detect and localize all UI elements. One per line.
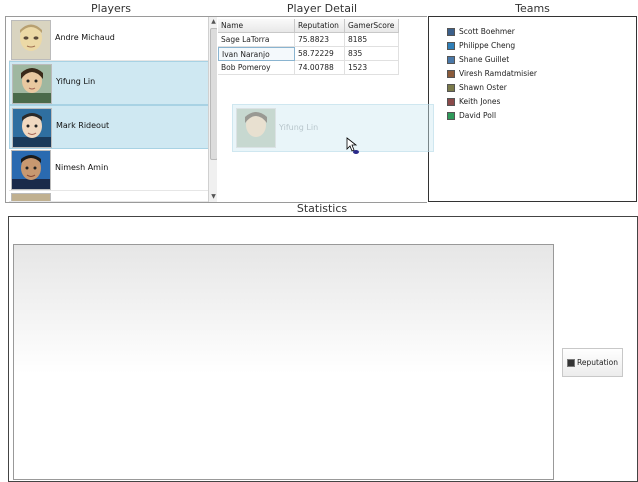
avatar: [12, 108, 52, 148]
team-member-name: Philippe Cheng: [459, 41, 516, 50]
team-member[interactable]: Scott Boehmer: [447, 26, 515, 38]
team-member-icon: [447, 98, 455, 106]
column-header-reputation[interactable]: Reputation: [295, 19, 345, 33]
cell-gamerscore[interactable]: 8185: [345, 33, 399, 47]
column-header-name[interactable]: Name: [218, 19, 295, 33]
cell-reputation[interactable]: 58.72229: [295, 47, 345, 61]
team-member-name: Keith Jones: [459, 97, 501, 106]
teams-title: Teams: [515, 2, 550, 15]
player-name: Yifung Lin: [56, 77, 96, 86]
scroll-down-icon[interactable]: ▼: [210, 193, 217, 201]
player-name: Nimesh Amin: [55, 163, 109, 172]
team-member[interactable]: Philippe Cheng: [447, 40, 515, 52]
team-member[interactable]: David Poll: [447, 110, 496, 122]
drag-ghost: Yifung Lin: [232, 104, 434, 152]
player-row-partial[interactable]: [9, 191, 210, 202]
avatar: [12, 64, 52, 104]
team-member-icon: [447, 84, 455, 92]
team-member-icon: [447, 42, 455, 50]
player-row-yifung-lin[interactable]: Yifung Lin: [9, 61, 212, 105]
player-row-mark-rideout[interactable]: Mark Rideout: [9, 105, 212, 149]
avatar: [11, 150, 51, 190]
chart-plot-area: [13, 244, 554, 480]
team-member-icon: [447, 112, 455, 120]
player-row-andre-michaud[interactable]: Andre Michaud: [9, 18, 210, 61]
players-title: Players: [91, 2, 131, 15]
column-header-gamerscore[interactable]: GamerScore: [345, 19, 399, 33]
team-member-name: Scott Boehmer: [459, 27, 515, 36]
player-detail-title: Player Detail: [286, 2, 358, 15]
players-list[interactable]: Andre Michaud Yifung Lin Mark Rideout Ni…: [5, 16, 219, 203]
cell-reputation[interactable]: 75.8823: [295, 33, 345, 47]
player-row-nimesh-amin[interactable]: Nimesh Amin: [9, 148, 210, 191]
cell-name[interactable]: Bob Pomeroy: [218, 61, 295, 75]
team-member-icon: [447, 70, 455, 78]
teams-list[interactable]: Scott Boehmer Philippe Cheng Shane Guill…: [428, 16, 637, 202]
player-name: Andre Michaud: [55, 33, 115, 42]
avatar: [11, 193, 51, 201]
team-member[interactable]: Shawn Oster: [447, 82, 507, 94]
cell-reputation[interactable]: 74.00788: [295, 61, 345, 75]
cell-name[interactable]: Sage LaTorra: [218, 33, 295, 47]
team-member[interactable]: Shane Guillet: [447, 54, 509, 66]
team-member-icon: [447, 56, 455, 64]
cell-gamerscore[interactable]: 1523: [345, 61, 399, 75]
player-name: Mark Rideout: [56, 121, 110, 130]
team-member-name: David Poll: [459, 111, 497, 120]
drag-ghost-label: Yifung Lin: [279, 123, 319, 132]
statistics-title: Statistics: [296, 202, 348, 215]
team-member-name: Shawn Oster: [459, 83, 507, 92]
team-member[interactable]: Viresh Ramdatmisier: [447, 68, 537, 80]
mouse-pointer-icon: [346, 137, 362, 157]
scroll-up-icon[interactable]: ▲: [210, 18, 217, 26]
legend-swatch-icon: [567, 359, 576, 367]
avatar: [11, 20, 51, 60]
cell-gamerscore[interactable]: 835: [345, 47, 399, 61]
team-member-name: Viresh Ramdatmisier: [459, 69, 537, 78]
chart-legend: Reputation: [562, 348, 623, 377]
team-member-icon: [447, 28, 455, 36]
cell-name[interactable]: Ivan Naranjo: [218, 47, 295, 61]
legend-label: Reputation: [577, 358, 618, 367]
team-member[interactable]: Keith Jones: [447, 96, 500, 108]
avatar: [236, 108, 276, 148]
team-member-name: Shane Guillet: [459, 55, 510, 64]
